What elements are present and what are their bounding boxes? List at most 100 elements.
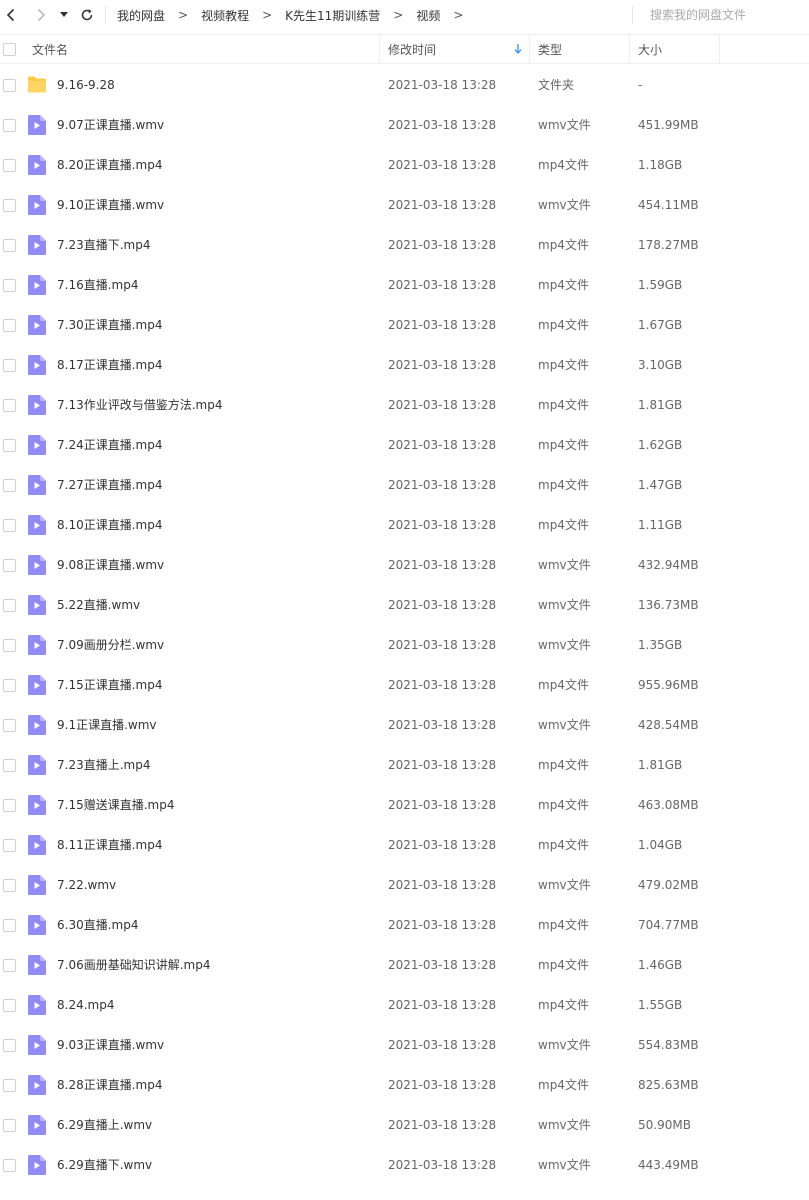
file-row[interactable]: 6.29直播下.wmv 2021-03-18 13:28 wmv文件 443.49MB — [0, 1145, 809, 1185]
row-checkbox[interactable] — [3, 1119, 16, 1132]
file-row[interactable]: 8.28正课直播.mp4 2021-03-18 13:28 mp4文件 825.63M… — [0, 1065, 809, 1105]
file-row[interactable]: 6.30直播.mp4 2021-03-18 13:28 mp4文件 704.77MB — [0, 905, 809, 945]
refresh-button[interactable] — [76, 0, 98, 30]
row-checkbox[interactable] — [3, 559, 16, 572]
file-row[interactable]: 7.22.wmv 2021-03-18 13:28 wmv文件 479.02MB — [0, 865, 809, 905]
file-row[interactable]: 9.10正课直播.wmv 2021-03-18 13:28 wmv文件 454.11M… — [0, 185, 809, 225]
row-checkbox[interactable] — [3, 519, 16, 532]
file-row[interactable]: 9.08正课直播.wmv 2021-03-18 13:28 wmv文件 432.94M… — [0, 545, 809, 585]
select-all-checkbox[interactable] — [3, 43, 16, 56]
file-modified: 2021-03-18 13:28 — [388, 1038, 497, 1052]
file-name[interactable]: 7.15正课直播.mp4 — [57, 665, 162, 705]
row-checkbox[interactable] — [3, 759, 16, 772]
file-name[interactable]: 9.07正课直播.wmv — [57, 105, 164, 145]
file-row[interactable]: 5.22直播.wmv 2021-03-18 13:28 wmv文件 136.73MB — [0, 585, 809, 625]
row-checkbox[interactable] — [3, 999, 16, 1012]
row-checkbox[interactable] — [3, 879, 16, 892]
file-name[interactable]: 7.27正课直播.mp4 — [57, 465, 162, 505]
breadcrumb-item[interactable]: 视频 — [416, 7, 440, 24]
file-row[interactable]: 7.09画册分栏.wmv 2021-03-18 13:28 wmv文件 1.35GB — [0, 625, 809, 665]
search-input[interactable] — [640, 3, 805, 27]
file-name[interactable]: 8.10正课直播.mp4 — [57, 505, 162, 545]
file-name[interactable]: 8.28正课直播.mp4 — [57, 1065, 162, 1105]
breadcrumb-item[interactable]: K先生11期训练营 — [285, 7, 380, 24]
file-row[interactable]: 8.10正课直播.mp4 2021-03-18 13:28 mp4文件 1.11GB — [0, 505, 809, 545]
row-checkbox[interactable] — [3, 279, 16, 292]
file-name[interactable]: 7.15赠送课直播.mp4 — [57, 785, 174, 825]
file-row[interactable]: 8.17正课直播.mp4 2021-03-18 13:28 mp4文件 3.10GB — [0, 345, 809, 385]
file-name[interactable]: 7.24正课直播.mp4 — [57, 425, 162, 465]
row-checkbox[interactable] — [3, 199, 16, 212]
file-row[interactable]: 8.24.mp4 2021-03-18 13:28 mp4文件 1.55GB — [0, 985, 809, 1025]
file-name[interactable]: 7.13作业评改与借鉴方法.mp4 — [57, 385, 222, 425]
column-header-name[interactable]: 文件名 — [32, 35, 68, 64]
file-name[interactable]: 7.06画册基础知识讲解.mp4 — [57, 945, 210, 985]
file-name[interactable]: 6.30直播.mp4 — [57, 905, 138, 945]
column-header-size[interactable]: 大小 — [638, 35, 662, 64]
file-name[interactable]: 7.16直播.mp4 — [57, 265, 138, 305]
file-row[interactable]: 9.07正课直播.wmv 2021-03-18 13:28 wmv文件 451.99M… — [0, 105, 809, 145]
file-name[interactable]: 9.03正课直播.wmv — [57, 1025, 164, 1065]
file-row[interactable]: 6.29直播上.wmv 2021-03-18 13:28 wmv文件 50.90MB — [0, 1105, 809, 1145]
row-checkbox[interactable] — [3, 719, 16, 732]
file-row[interactable]: 9.16-9.28 2021-03-18 13:28 文件夹 - — [0, 65, 809, 105]
file-name[interactable]: 8.24.mp4 — [57, 985, 114, 1025]
file-row[interactable]: 7.13作业评改与借鉴方法.mp4 2021-03-18 13:28 mp4文件 1.… — [0, 385, 809, 425]
file-row[interactable]: 7.30正课直播.mp4 2021-03-18 13:28 mp4文件 1.67GB — [0, 305, 809, 345]
row-checkbox[interactable] — [3, 919, 16, 932]
row-checkbox[interactable] — [3, 599, 16, 612]
breadcrumb-item[interactable]: 视频教程 — [201, 7, 249, 24]
file-row[interactable]: 7.16直播.mp4 2021-03-18 13:28 mp4文件 1.59GB — [0, 265, 809, 305]
file-row[interactable]: 9.03正课直播.wmv 2021-03-18 13:28 wmv文件 554.83M… — [0, 1025, 809, 1065]
row-checkbox[interactable] — [3, 159, 16, 172]
breadcrumb-item[interactable]: 我的网盘 — [117, 7, 165, 24]
file-row[interactable]: 7.15正课直播.mp4 2021-03-18 13:28 mp4文件 955.96M… — [0, 665, 809, 705]
file-row[interactable]: 8.20正课直播.mp4 2021-03-18 13:28 mp4文件 1.18GB — [0, 145, 809, 185]
row-checkbox[interactable] — [3, 959, 16, 972]
history-dropdown-button[interactable] — [56, 0, 72, 30]
file-name[interactable]: 6.29直播下.wmv — [57, 1145, 152, 1185]
file-row[interactable]: 7.24正课直播.mp4 2021-03-18 13:28 mp4文件 1.62GB — [0, 425, 809, 465]
file-row[interactable]: 8.11正课直播.mp4 2021-03-18 13:28 mp4文件 1.04GB — [0, 825, 809, 865]
file-name[interactable]: 7.22.wmv — [57, 865, 116, 905]
column-header-modified[interactable]: 修改时间 — [388, 35, 436, 64]
row-checkbox[interactable] — [3, 399, 16, 412]
file-name[interactable]: 7.09画册分栏.wmv — [57, 625, 164, 665]
file-name[interactable]: 8.11正课直播.mp4 — [57, 825, 162, 865]
file-name[interactable]: 9.1正课直播.wmv — [57, 705, 157, 745]
row-checkbox[interactable] — [3, 359, 16, 372]
forward-button[interactable] — [30, 0, 52, 30]
file-row[interactable]: 7.27正课直播.mp4 2021-03-18 13:28 mp4文件 1.47GB — [0, 465, 809, 505]
file-name[interactable]: 8.20正课直播.mp4 — [57, 145, 162, 185]
file-name[interactable]: 9.10正课直播.wmv — [57, 185, 164, 225]
file-name[interactable]: 7.23直播下.mp4 — [57, 225, 150, 265]
column-header-type[interactable]: 类型 — [538, 35, 562, 64]
row-checkbox[interactable] — [3, 679, 16, 692]
file-name[interactable]: 9.08正课直播.wmv — [57, 545, 164, 585]
file-name[interactable]: 7.23直播上.mp4 — [57, 745, 150, 785]
row-checkbox[interactable] — [3, 479, 16, 492]
file-size: 1.11GB — [638, 518, 683, 532]
file-row[interactable]: 7.15赠送课直播.mp4 2021-03-18 13:28 mp4文件 463.08… — [0, 785, 809, 825]
row-checkbox[interactable] — [3, 639, 16, 652]
row-checkbox[interactable] — [3, 79, 16, 92]
row-checkbox[interactable] — [3, 1039, 16, 1052]
row-checkbox[interactable] — [3, 799, 16, 812]
row-checkbox[interactable] — [3, 439, 16, 452]
file-name[interactable]: 6.29直播上.wmv — [57, 1105, 152, 1145]
row-checkbox[interactable] — [3, 239, 16, 252]
row-checkbox[interactable] — [3, 1159, 16, 1172]
file-row[interactable]: 7.23直播上.mp4 2021-03-18 13:28 mp4文件 1.81GB — [0, 745, 809, 785]
row-checkbox[interactable] — [3, 319, 16, 332]
file-row[interactable]: 7.06画册基础知识讲解.mp4 2021-03-18 13:28 mp4文件 1.4… — [0, 945, 809, 985]
file-row[interactable]: 7.23直播下.mp4 2021-03-18 13:28 mp4文件 178.27MB — [0, 225, 809, 265]
back-button[interactable] — [0, 0, 22, 30]
file-row[interactable]: 9.1正课直播.wmv 2021-03-18 13:28 wmv文件 428.54MB — [0, 705, 809, 745]
file-name[interactable]: 8.17正课直播.mp4 — [57, 345, 162, 385]
row-checkbox[interactable] — [3, 119, 16, 132]
row-checkbox[interactable] — [3, 1079, 16, 1092]
file-name[interactable]: 5.22直播.wmv — [57, 585, 140, 625]
file-name[interactable]: 7.30正课直播.mp4 — [57, 305, 162, 345]
file-name[interactable]: 9.16-9.28 — [57, 65, 115, 105]
row-checkbox[interactable] — [3, 839, 16, 852]
